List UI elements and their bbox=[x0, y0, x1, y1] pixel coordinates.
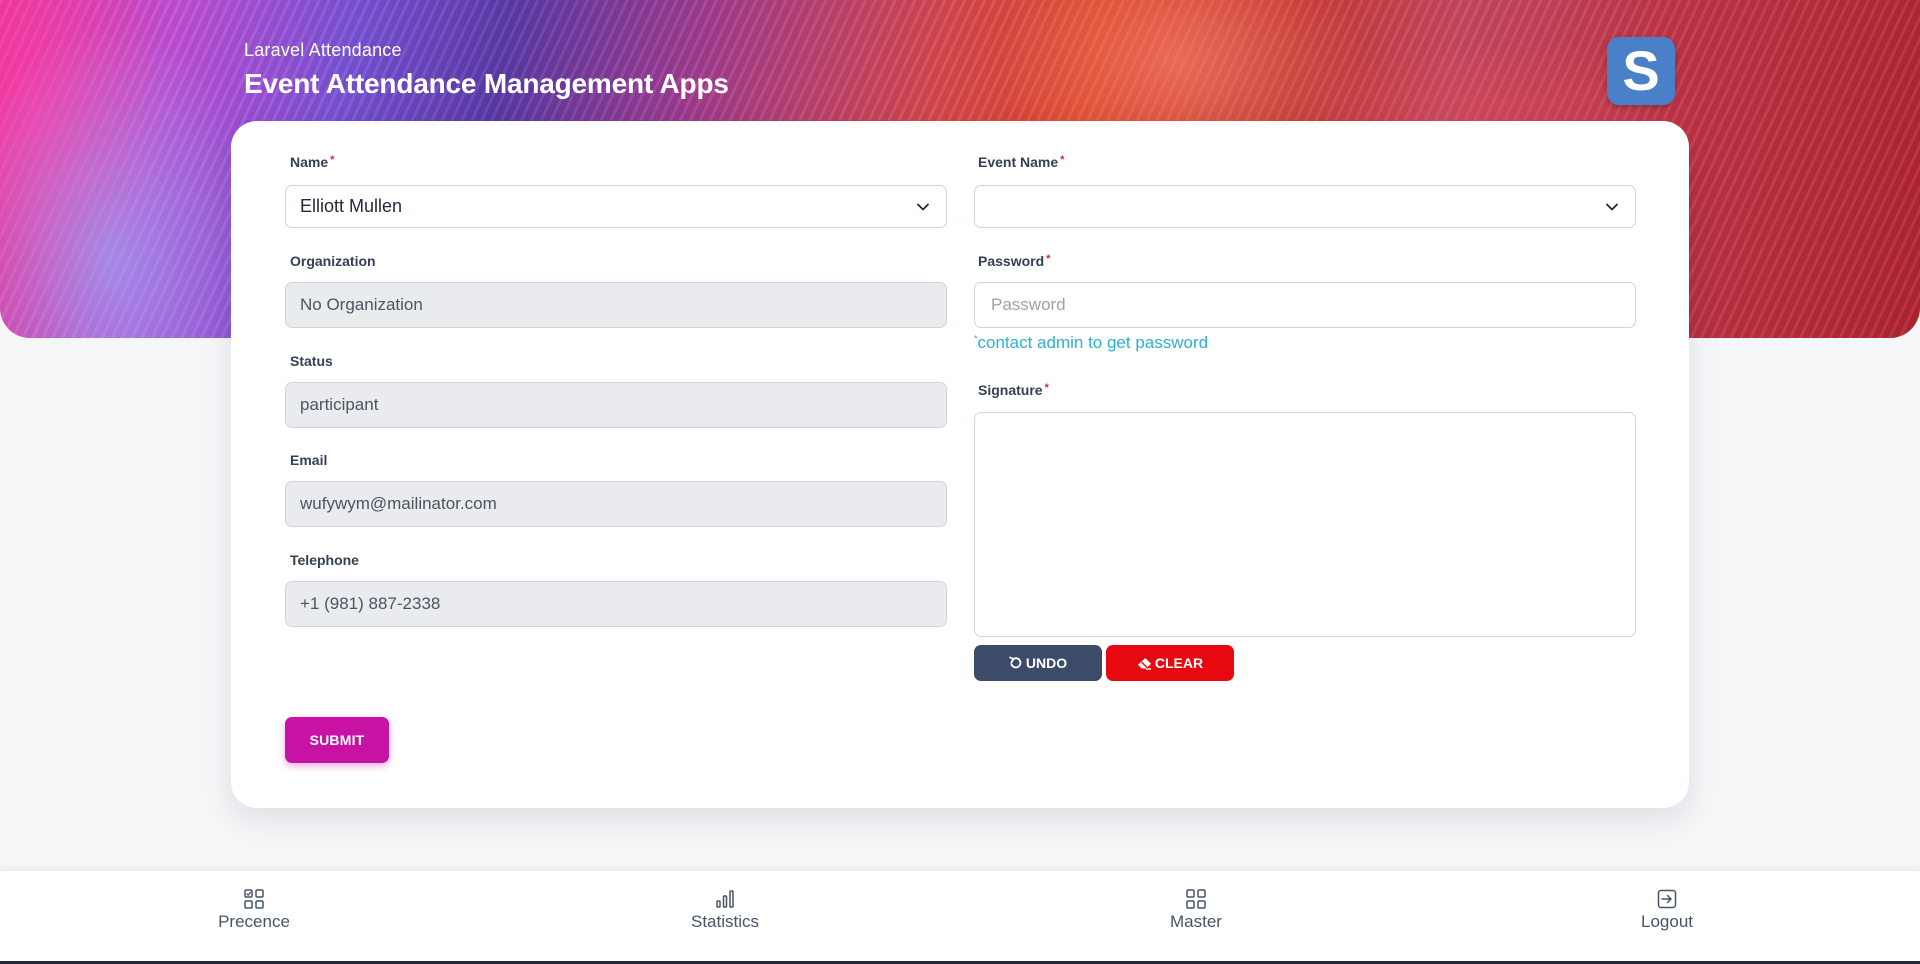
signature-pad[interactable] bbox=[974, 412, 1636, 637]
status-label: Status bbox=[290, 353, 333, 369]
bottom-navigation: Precence Statistics Master Logout bbox=[0, 871, 1920, 964]
grid-icon bbox=[1186, 889, 1206, 909]
eraser-icon bbox=[1137, 657, 1151, 670]
nav-label-statistics: Statistics bbox=[690, 912, 760, 931]
logo-letter: S bbox=[1622, 39, 1659, 102]
status-field: participant bbox=[285, 382, 947, 428]
chevron-down-icon bbox=[1606, 203, 1618, 210]
name-label: Name * bbox=[290, 154, 335, 170]
app-title: Event Attendance Management Apps bbox=[244, 68, 729, 99]
nav-item-master[interactable]: Master bbox=[1116, 889, 1276, 932]
telephone-field: +1 (981) 887-2338 bbox=[285, 581, 947, 627]
app-subtitle: Laravel Attendance bbox=[244, 40, 402, 60]
nav-item-precence[interactable]: Precence bbox=[174, 889, 334, 932]
event-name-select[interactable] bbox=[974, 185, 1636, 228]
nav-label-logout: Logout bbox=[1641, 912, 1693, 931]
submit-button[interactable]: SUBMIT bbox=[285, 717, 389, 763]
nav-item-logout[interactable]: Logout bbox=[1587, 889, 1747, 932]
undo-icon bbox=[1009, 656, 1022, 669]
grid-check-icon bbox=[244, 889, 264, 909]
signature-label: Signature * bbox=[978, 382, 1049, 398]
undo-button[interactable]: UNDO bbox=[974, 645, 1102, 681]
app-logo: S bbox=[1607, 37, 1675, 105]
password-field[interactable] bbox=[974, 282, 1636, 328]
password-hint: *contact admin to get password bbox=[974, 333, 1209, 352]
nav-label-precence: Precence bbox=[218, 912, 290, 931]
nav-label-master: Master bbox=[1170, 912, 1222, 931]
email-field: wufywym@mailinator.com bbox=[285, 481, 947, 527]
attendance-form-card: Name * Elliott Mullen Organization No Org… bbox=[231, 121, 1689, 808]
chevron-down-icon bbox=[917, 203, 929, 210]
email-label: Email bbox=[290, 452, 328, 468]
telephone-label: Telephone bbox=[290, 552, 359, 568]
organization-field: No Organization bbox=[285, 282, 947, 328]
name-select-value: Elliott Mullen bbox=[300, 196, 403, 216]
clear-button[interactable]: CLEAR bbox=[1106, 645, 1234, 681]
password-label: Password * bbox=[978, 253, 1051, 269]
logout-icon bbox=[1657, 889, 1677, 909]
bar-chart-icon bbox=[716, 890, 734, 908]
name-select[interactable]: Elliott Mullen bbox=[285, 185, 947, 228]
organization-label: Organization bbox=[290, 253, 376, 269]
event-name-label: Event Name * bbox=[978, 154, 1065, 170]
nav-item-statistics[interactable]: Statistics bbox=[645, 889, 805, 932]
password-input[interactable] bbox=[989, 294, 1635, 316]
